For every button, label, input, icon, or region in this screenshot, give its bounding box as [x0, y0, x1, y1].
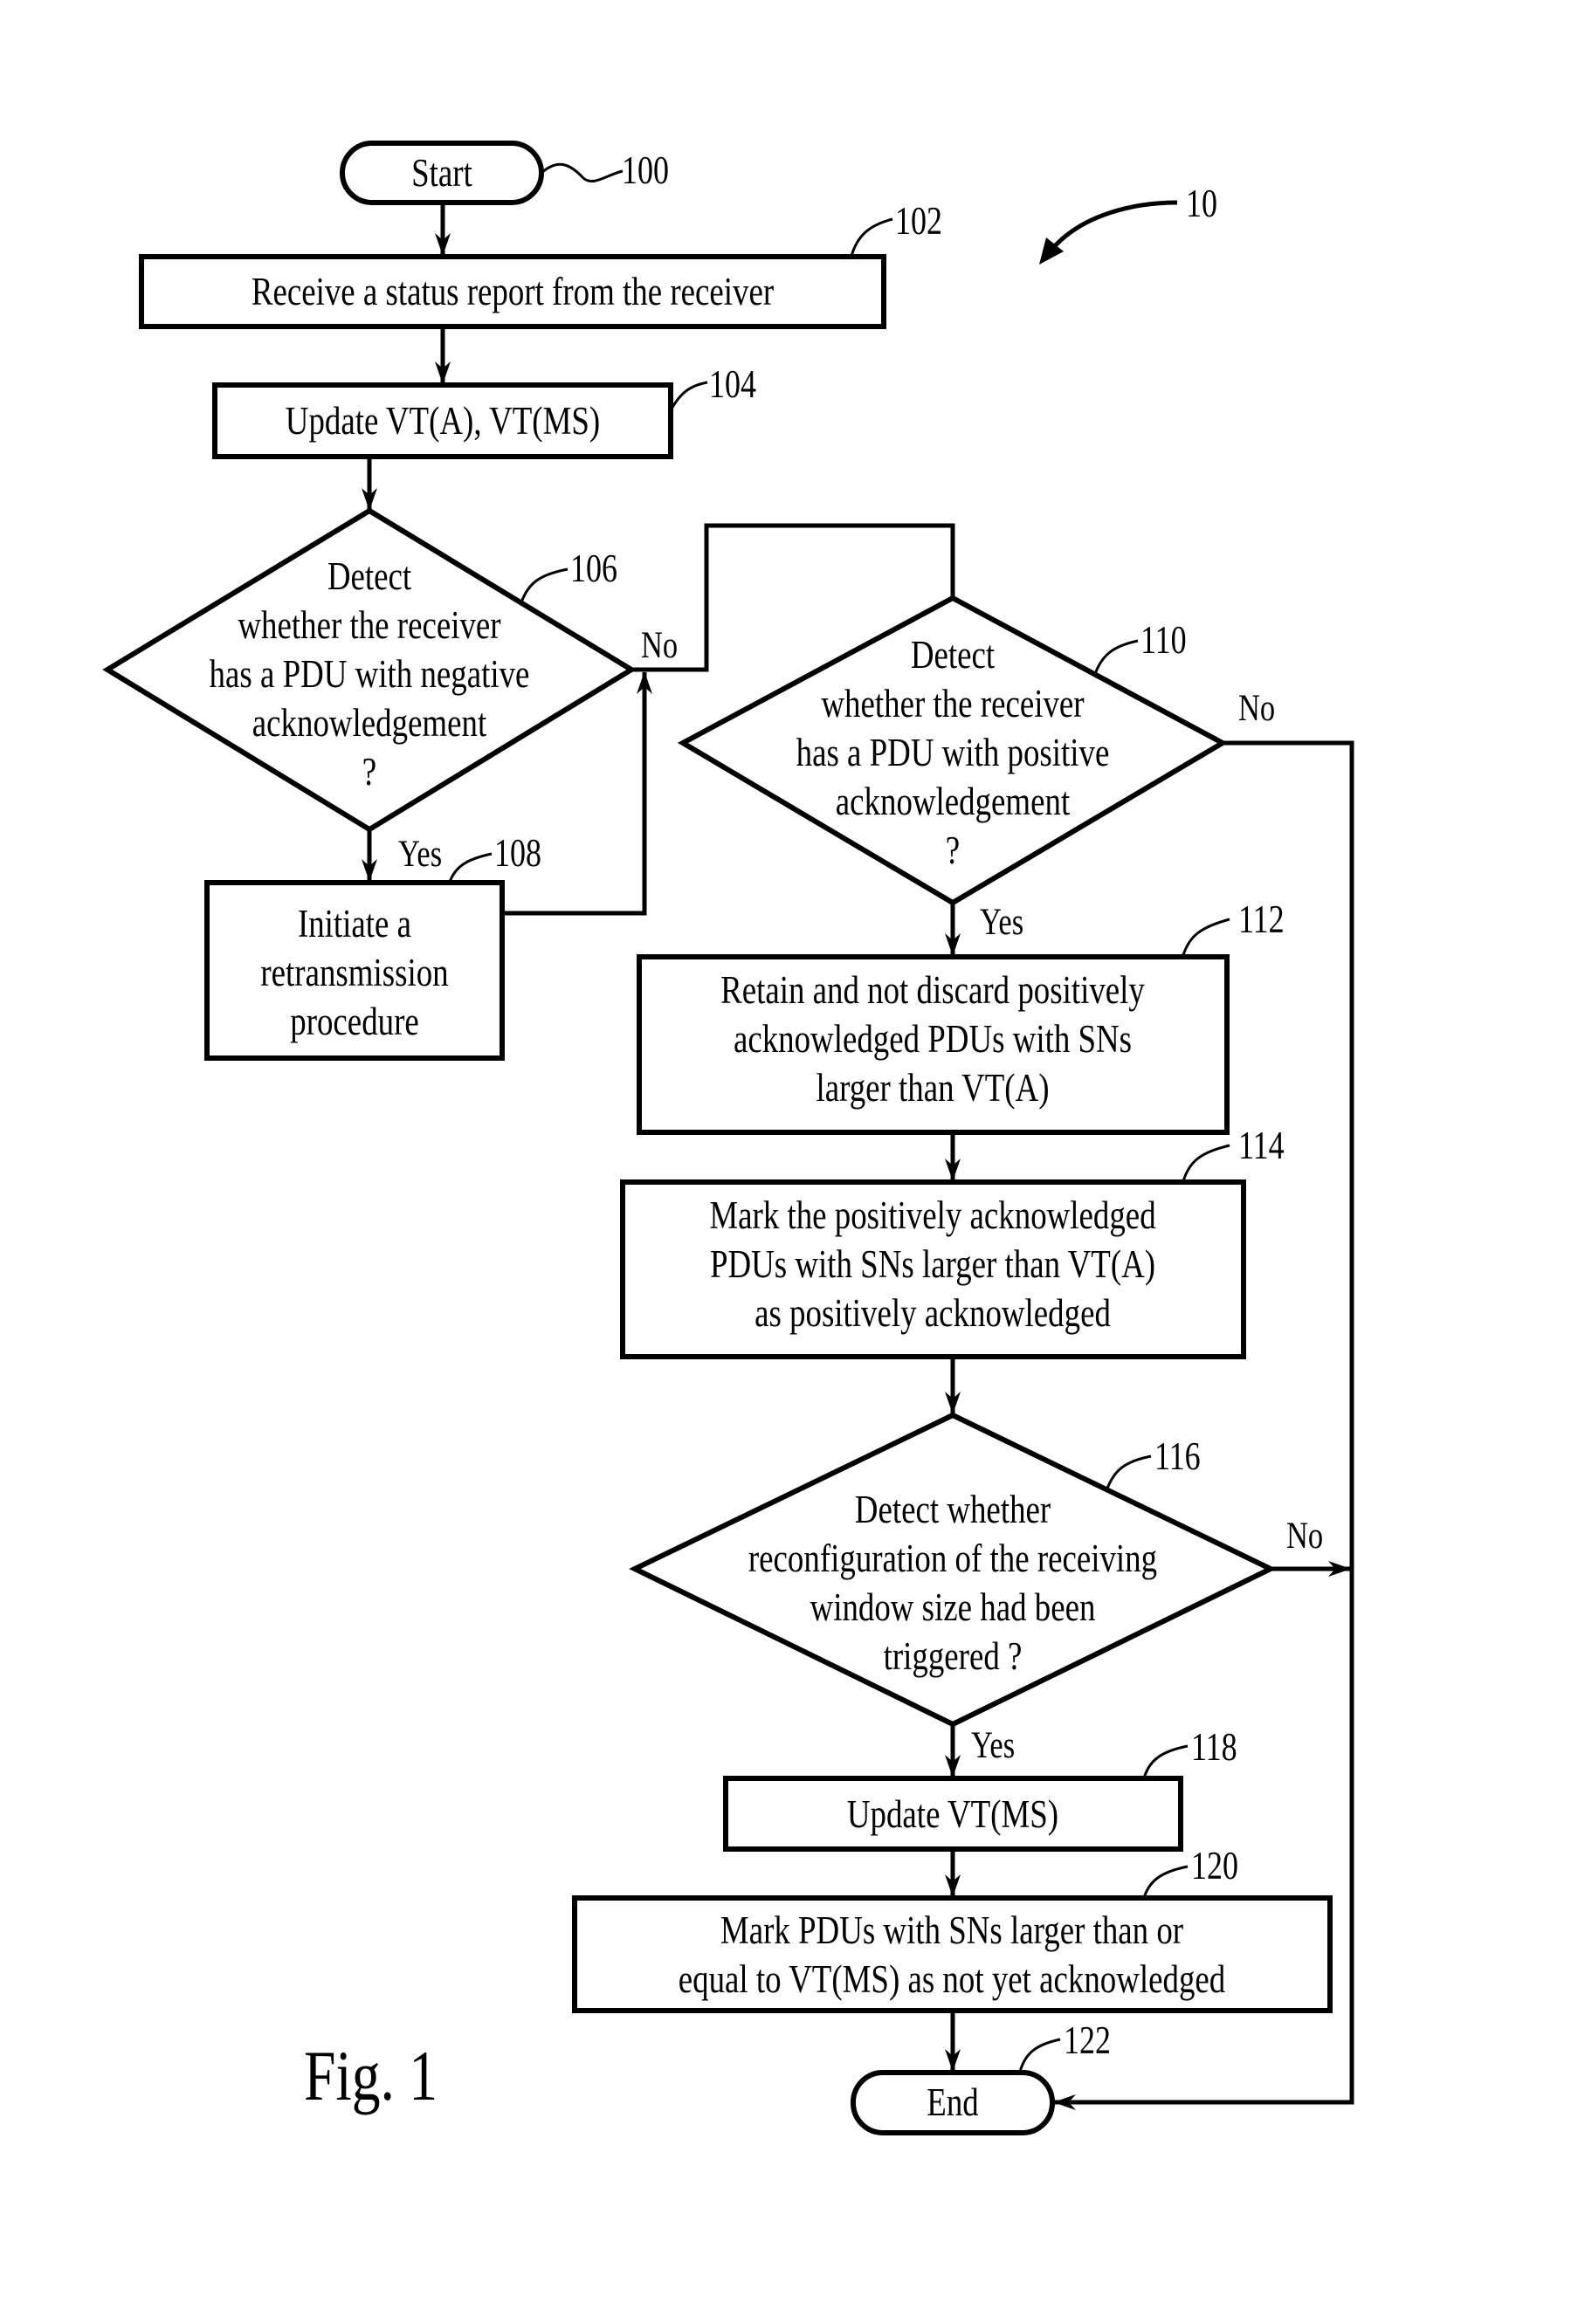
leader-104 [669, 381, 708, 411]
process-104-text: Update VT(A), VT(MS) [286, 399, 600, 443]
ref-114: 114 [1238, 1124, 1285, 1167]
node-118-update-vtms: Update VT(MS) [723, 1776, 1183, 1852]
leader-118 [1142, 1744, 1189, 1779]
ref-100: 100 [622, 148, 669, 192]
node-102-receive-status-report: Receive a status report from the receive… [139, 254, 886, 329]
node-end: End [851, 2070, 1055, 2135]
branch-110-no: No [1238, 688, 1275, 729]
leader-120 [1142, 1865, 1189, 1899]
leader-110 [1093, 639, 1139, 675]
node-text-line: ? [362, 750, 376, 794]
node-120-mark-not-yet-acked: Mark PDUs with SNs larger than or equal t… [572, 1895, 1333, 2013]
branch-110-yes: Yes [980, 902, 1023, 943]
leader-108 [448, 852, 493, 883]
ref-118: 118 [1191, 1725, 1237, 1769]
node-text-line: window size had been [810, 1585, 1096, 1629]
node-104-update-vta-vtms: Update VT(A), VT(MS) [212, 382, 673, 459]
leader-122 [1018, 2038, 1061, 2073]
leader-102 [850, 217, 893, 257]
node-text-line: reconfiguration of the receiving [748, 1537, 1157, 1580]
node-text-line: acknowledged PDUs with SNs [734, 1017, 1132, 1061]
node-text-line: as positively acknowledged [755, 1291, 1111, 1335]
node-start: Start [340, 141, 544, 205]
branch-106-yes: Yes [398, 834, 442, 875]
ref-116: 116 [1154, 1434, 1201, 1478]
node-text-line: has a PDU with negative [210, 652, 530, 696]
ref-120: 120 [1191, 1844, 1238, 1887]
leader-106 [520, 567, 568, 603]
node-text-line: whether the receiver [238, 603, 500, 647]
leader-100 [540, 162, 624, 183]
node-108-retransmission: Initiate a retransmission procedure [204, 880, 505, 1061]
ref-112: 112 [1238, 897, 1285, 941]
branch-116-yes: Yes [971, 1725, 1015, 1766]
leader-112 [1182, 918, 1230, 956]
ref-110: 110 [1140, 618, 1187, 662]
end-label: End [927, 2080, 978, 2124]
node-text-line: larger than VT(A) [816, 1066, 1049, 1110]
branch-116-no: No [1286, 1516, 1323, 1557]
node-text-line: Detect whether [855, 1488, 1051, 1531]
ref-106: 106 [570, 547, 617, 590]
figure-reference-arrow [1051, 200, 1178, 251]
node-text-line: Retain and not discard positively [720, 968, 1145, 1012]
node-text-line: Initiate a [298, 902, 411, 945]
node-text-line: Detect [327, 554, 412, 598]
node-text-line: Detect [911, 633, 996, 677]
node-114-text: Mark the positively acknowledged PDUs wit… [709, 1193, 1155, 1335]
node-text-line: PDUs with SNs larger than VT(A) [710, 1242, 1155, 1286]
start-label: Start [411, 151, 472, 195]
ref-108: 108 [494, 831, 541, 875]
node-114-mark-positively-acked: Mark the positively acknowledged PDUs wit… [620, 1179, 1246, 1359]
node-text-line: procedure [290, 1000, 419, 1043]
figure-reference-number: 10 [1186, 182, 1217, 225]
node-text-line: Mark PDUs with SNs larger than or [720, 1908, 1183, 1952]
ref-102: 102 [895, 199, 942, 243]
flowchart: Start Receive a status report from the r… [102, 141, 1354, 2135]
leader-114 [1182, 1144, 1230, 1182]
ref-104: 104 [709, 362, 756, 406]
branch-106-no: No [641, 625, 678, 666]
node-text-line: ? [946, 829, 960, 872]
node-text-line: triggered ? [884, 1634, 1023, 1678]
node-text-line: has a PDU with positive [796, 731, 1110, 774]
process-118-text: Update VT(MS) [847, 1792, 1058, 1836]
figure-caption: Fig. 1 [304, 2036, 438, 2115]
node-112-retain-pdus: Retain and not discard positively acknowl… [637, 954, 1230, 1135]
node-text-line: acknowledgement [836, 780, 1071, 823]
node-text-line: equal to VT(MS) as not yet acknowledged [679, 1957, 1226, 2001]
node-text-line: acknowledgement [252, 701, 487, 745]
node-text-line: retransmission [260, 951, 448, 994]
node-text-line: Mark the positively acknowledged [709, 1193, 1155, 1237]
node-text-line: whether the receiver [821, 682, 1084, 725]
node-106-negative-ack-decision: Detect whether the receiver has a PDU with… [102, 507, 637, 833]
process-102-text: Receive a status report from the receive… [252, 270, 774, 313]
ref-122: 122 [1064, 2018, 1111, 2062]
leader-116 [1106, 1454, 1152, 1489]
